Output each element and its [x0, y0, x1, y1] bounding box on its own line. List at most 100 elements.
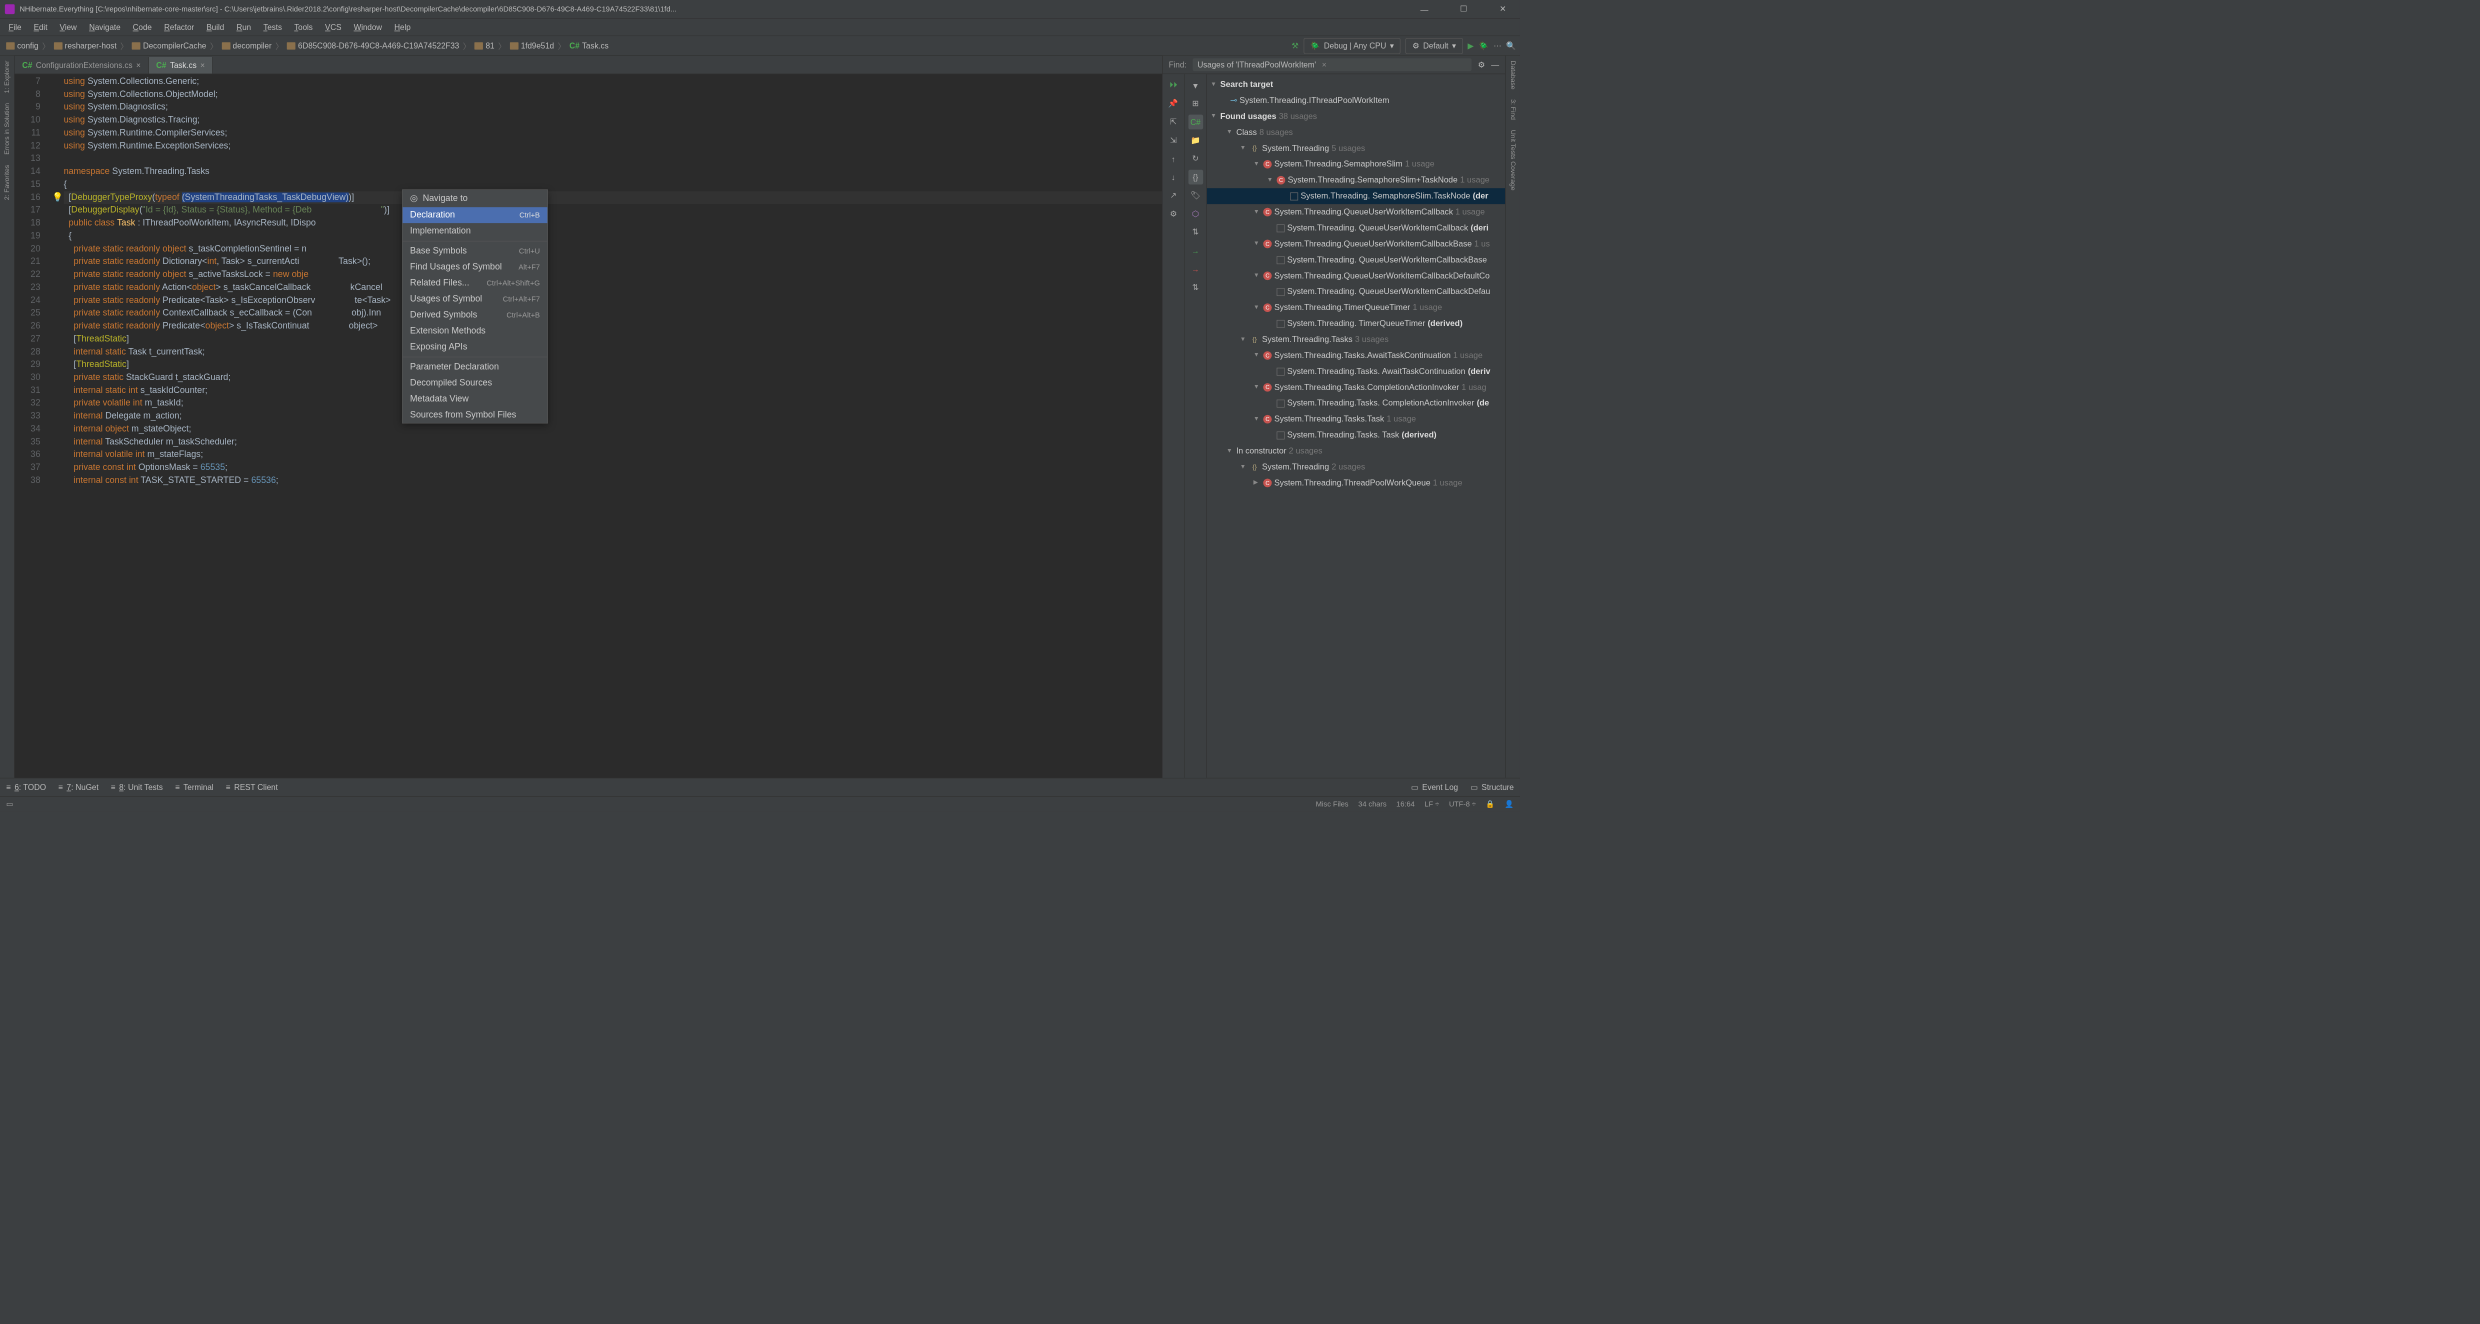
menu-code[interactable]: Code: [127, 20, 158, 34]
close-button[interactable]: ✕: [1491, 0, 1516, 18]
bulb-icon[interactable]: 💡: [52, 191, 63, 204]
prev-icon[interactable]: →: [1188, 262, 1203, 277]
tree-row[interactable]: ▼In constructor 2 usages: [1207, 443, 1505, 459]
status-icon[interactable]: ▭: [6, 800, 13, 809]
tool-button[interactable]: Errors in Solution: [3, 98, 10, 160]
code-editor[interactable]: 7891011121314151617181920212223242526272…: [15, 74, 1162, 778]
menu-navigate[interactable]: Navigate: [83, 20, 127, 34]
minimize-button[interactable]: —: [1412, 0, 1437, 18]
close-icon[interactable]: ×: [200, 61, 205, 70]
editor-tab[interactable]: C#ConfigurationExtensions.cs×: [15, 57, 149, 74]
next-icon[interactable]: →: [1188, 243, 1203, 258]
sort-icon[interactable]: ⇅: [1188, 225, 1203, 240]
more-icon[interactable]: ⋯: [1494, 41, 1502, 51]
checkbox[interactable]: [1290, 192, 1298, 200]
tool-button[interactable]: 2: Favorites: [3, 160, 10, 205]
tree-row[interactable]: ▼CSystem.Threading.Tasks.AwaitTaskContin…: [1207, 348, 1505, 364]
expand-icon[interactable]: ⇲: [1166, 133, 1181, 148]
collapse-icon[interactable]: ⇱: [1166, 115, 1181, 130]
settings-icon[interactable]: ⚙: [1166, 207, 1181, 222]
status-lf[interactable]: LF ÷: [1425, 800, 1440, 809]
breadcrumb-item[interactable]: resharper-host: [51, 40, 119, 52]
menu-edit[interactable]: Edit: [28, 20, 54, 34]
tree-row[interactable]: ▼CSystem.Threading.SemaphoreSlim 1 usage: [1207, 156, 1505, 172]
tree-row[interactable]: ▼CSystem.Threading.SemaphoreSlim+TaskNod…: [1207, 172, 1505, 188]
tool-button[interactable]: 3: Find: [1509, 94, 1516, 124]
menu-tests[interactable]: Tests: [257, 20, 288, 34]
tree-row[interactable]: ▼{}System.Threading 5 usages: [1207, 140, 1505, 156]
tree-row[interactable]: System.Threading. TimerQueueTimer (deriv…: [1207, 316, 1505, 332]
context-menu-item[interactable]: Decompiled Sources: [403, 375, 548, 391]
bottom-tool-button[interactable]: ≡7: NuGet: [58, 783, 98, 792]
tree-row[interactable]: ▼{}System.Threading.Tasks 3 usages: [1207, 332, 1505, 348]
checkbox[interactable]: [1277, 224, 1285, 232]
tree-row[interactable]: System.Threading. QueueUserWorkItemCallb…: [1207, 284, 1505, 300]
checkbox[interactable]: [1277, 399, 1285, 407]
menu-window[interactable]: Window: [348, 20, 389, 34]
tree-row[interactable]: ▼CSystem.Threading.QueueUserWorkItemCall…: [1207, 268, 1505, 284]
menu-file[interactable]: File: [2, 20, 27, 34]
run-config-selector[interactable]: 🪲 Debug | Any CPU ▾: [1304, 38, 1401, 54]
bottom-tool-button[interactable]: ≡REST Client: [226, 783, 278, 792]
gear-icon[interactable]: ⚙: [1478, 60, 1485, 70]
tree-row[interactable]: System.Threading. SemaphoreSlim.TaskNode…: [1207, 188, 1505, 204]
lock-icon[interactable]: 🔒: [1486, 800, 1495, 809]
tree-row[interactable]: ▼CSystem.Threading.Tasks.Task 1 usage: [1207, 411, 1505, 427]
refresh-icon[interactable]: ↻: [1188, 151, 1203, 166]
braces-icon[interactable]: {}: [1188, 170, 1203, 185]
menu-refactor[interactable]: Refactor: [158, 20, 200, 34]
breadcrumb-item[interactable]: C#Task.cs: [567, 40, 611, 52]
checkbox[interactable]: [1277, 256, 1285, 264]
tool-button[interactable]: Database: [1509, 56, 1516, 95]
breadcrumb-item[interactable]: config: [4, 40, 41, 52]
group-icon[interactable]: ⊞: [1188, 96, 1203, 111]
find-results-tree[interactable]: ▼ Search target ⊸ System.Threading.IThre…: [1207, 74, 1505, 778]
menu-build[interactable]: Build: [200, 20, 230, 34]
bottom-tool-button[interactable]: ≡6: TODO: [6, 783, 46, 792]
context-menu-item[interactable]: Metadata View: [403, 391, 548, 407]
filter-icon[interactable]: ▼: [1188, 78, 1203, 93]
tree-row[interactable]: System.Threading.Tasks. AwaitTaskContinu…: [1207, 363, 1505, 379]
search-target-header[interactable]: ▼ Search target: [1207, 77, 1505, 93]
menu-run[interactable]: Run: [230, 20, 257, 34]
menu-tools[interactable]: Tools: [288, 20, 319, 34]
breadcrumb-item[interactable]: 6D85C908-D676-49C8-A469-C19A74522F33: [285, 40, 462, 52]
minimize-panel-icon[interactable]: —: [1491, 60, 1499, 69]
export-icon[interactable]: ↗: [1166, 188, 1181, 203]
context-menu-item[interactable]: Exposing APIs: [403, 339, 548, 355]
tool-button[interactable]: Unit Tests Coverage: [1509, 125, 1516, 195]
status-enc[interactable]: UTF-8 ÷: [1449, 800, 1476, 809]
build-config-selector[interactable]: ⚙ Default ▾: [1406, 38, 1463, 54]
context-menu-item[interactable]: Base SymbolsCtrl+U: [403, 243, 548, 259]
up-icon[interactable]: ↑: [1166, 151, 1181, 166]
menu-view[interactable]: View: [54, 20, 83, 34]
tree-row[interactable]: ▶CSystem.Threading.ThreadPoolWorkQueue 1…: [1207, 475, 1505, 491]
folder-icon[interactable]: 📁: [1188, 133, 1203, 148]
checkbox[interactable]: [1277, 367, 1285, 375]
rerun-icon[interactable]: ⏵⏵: [1166, 78, 1181, 93]
tree-row[interactable]: ▼CSystem.Threading.Tasks.CompletionActio…: [1207, 379, 1505, 395]
close-icon[interactable]: ×: [1322, 60, 1327, 69]
tag-icon[interactable]: 🏷: [1188, 188, 1203, 203]
tree-row[interactable]: System.Threading.Tasks. CompletionAction…: [1207, 395, 1505, 411]
inspector-icon[interactable]: 👤: [1505, 800, 1514, 809]
context-menu-item[interactable]: Derived SymbolsCtrl+Alt+B: [403, 307, 548, 323]
tree-row[interactable]: ▼Class 8 usages: [1207, 124, 1505, 140]
cube-icon[interactable]: ⬡: [1188, 207, 1203, 222]
context-menu-item[interactable]: Implementation: [403, 223, 548, 239]
tree-row[interactable]: ▼CSystem.Threading.QueueUserWorkItemCall…: [1207, 236, 1505, 252]
maximize-button[interactable]: ☐: [1451, 0, 1476, 18]
breadcrumb-item[interactable]: DecompilerCache: [129, 40, 208, 52]
close-icon[interactable]: ×: [136, 61, 141, 70]
sort2-icon[interactable]: ⇅: [1188, 280, 1203, 295]
tree-row[interactable]: System.Threading. QueueUserWorkItemCallb…: [1207, 220, 1505, 236]
context-menu-item[interactable]: Extension Methods: [403, 323, 548, 339]
checkbox[interactable]: [1277, 431, 1285, 439]
code-content[interactable]: using System.Collections.Generic;using S…: [64, 74, 1162, 778]
status-misc[interactable]: Misc Files: [1316, 800, 1349, 809]
checkbox[interactable]: [1277, 288, 1285, 296]
cs-icon[interactable]: C#: [1188, 115, 1203, 130]
search-icon[interactable]: 🔍: [1506, 41, 1516, 51]
pin-icon[interactable]: 📌: [1166, 96, 1181, 111]
down-icon[interactable]: ↓: [1166, 170, 1181, 185]
